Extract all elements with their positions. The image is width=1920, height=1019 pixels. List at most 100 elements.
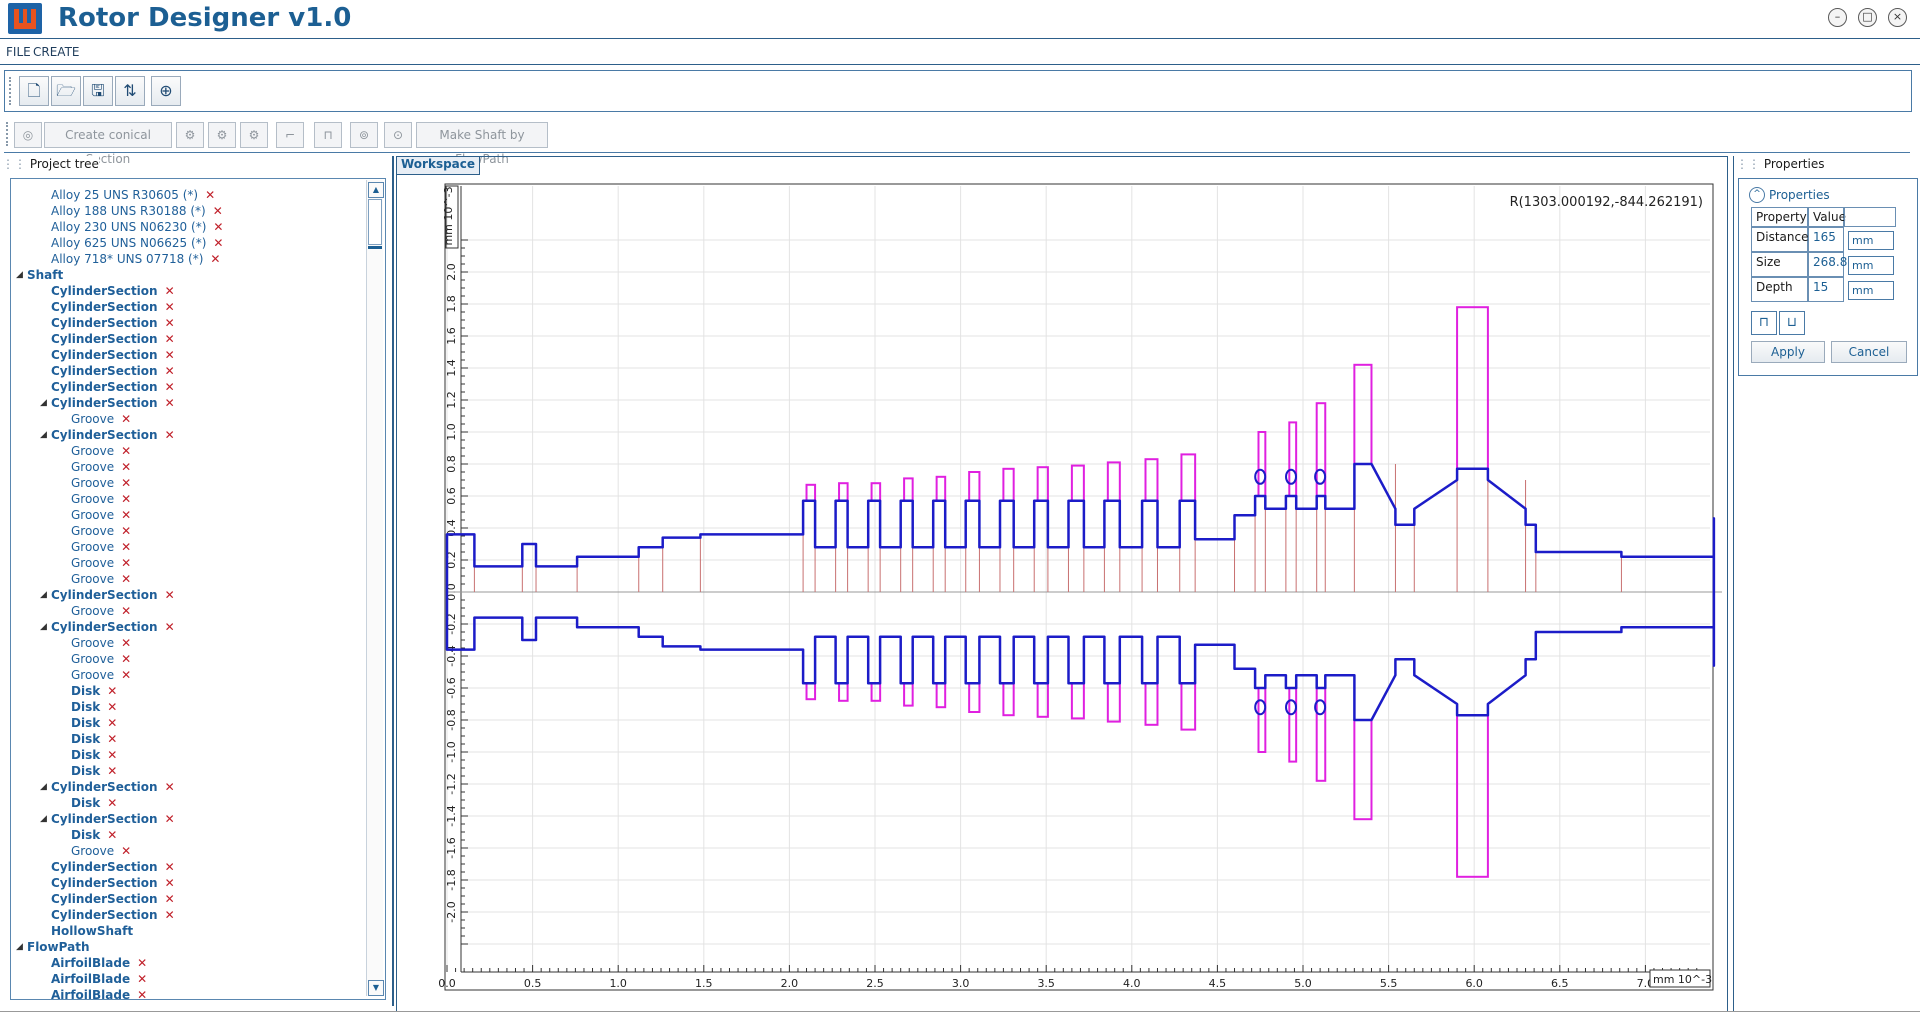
tree-item[interactable]: Groove ✕ <box>71 555 131 571</box>
delete-icon[interactable]: ✕ <box>137 956 147 970</box>
property-value[interactable]: 268.8 <box>1808 252 1847 277</box>
new-file-icon[interactable]: 🗋 <box>19 76 49 106</box>
disk-icon[interactable]: ⚙ <box>176 122 204 148</box>
tree-item[interactable]: ◢ CylinderSection ✕ <box>40 619 175 635</box>
expand-arrow-icon[interactable]: ◢ <box>40 779 47 795</box>
tree-scrollbar[interactable]: ▲ ▼ <box>366 180 384 996</box>
delete-icon[interactable]: ✕ <box>121 412 131 426</box>
expand-arrow-icon[interactable]: ◢ <box>40 395 47 411</box>
tree-item[interactable]: ◢ CylinderSection ✕ <box>40 587 175 603</box>
unit-select[interactable]: mm <box>1848 231 1894 250</box>
delete-icon[interactable]: ✕ <box>165 300 175 314</box>
delete-icon[interactable]: ✕ <box>165 892 175 906</box>
delete-icon[interactable]: ✕ <box>107 796 117 810</box>
expand-arrow-icon[interactable]: ◢ <box>16 267 23 283</box>
tree-item[interactable]: Alloy 718* UNS 07718 (*) ✕ <box>51 251 220 267</box>
hollow-shaft-icon[interactable]: ⊚ <box>350 122 378 148</box>
property-value[interactable]: 15 <box>1808 277 1844 302</box>
tree-item[interactable]: ◢ CylinderSection ✕ <box>40 811 175 827</box>
unit-select[interactable]: mm <box>1848 281 1894 300</box>
scroll-thumb[interactable] <box>368 199 382 245</box>
delete-icon[interactable]: ✕ <box>165 284 175 298</box>
delete-icon[interactable]: ✕ <box>165 620 175 634</box>
delete-icon[interactable]: ✕ <box>121 444 131 458</box>
delete-icon[interactable]: ✕ <box>165 364 175 378</box>
delete-icon[interactable]: ✕ <box>121 668 131 682</box>
delete-icon[interactable]: ✕ <box>165 860 175 874</box>
tree-item[interactable]: Alloy 188 UNS R30188 (*) ✕ <box>51 203 223 219</box>
delete-icon[interactable]: ✕ <box>165 332 175 346</box>
tree-item[interactable]: Disk ✕ <box>71 827 117 843</box>
export-icon[interactable]: ⊕ <box>151 76 181 106</box>
cylinder-icon[interactable]: ◎ <box>14 122 42 148</box>
close-button[interactable]: × <box>1888 8 1907 27</box>
delete-icon[interactable]: ✕ <box>107 748 117 762</box>
tree-item[interactable]: Groove ✕ <box>71 571 131 587</box>
expand-arrow-icon[interactable]: ◢ <box>16 939 23 955</box>
property-value[interactable]: 165 <box>1808 227 1844 252</box>
delete-icon[interactable]: ✕ <box>107 764 117 778</box>
project-tree[interactable]: Alloy 25 UNS R30605 (*) ✕ Alloy 188 UNS R3… <box>10 178 386 1000</box>
tree-item[interactable]: Groove ✕ <box>71 603 131 619</box>
tree-item[interactable]: Groove ✕ <box>71 667 131 683</box>
delete-icon[interactable]: ✕ <box>121 844 131 858</box>
make-shaft-by-flowpath-button[interactable]: Make Shaft by FlowPath <box>416 122 548 166</box>
tree-item[interactable]: Groove ✕ <box>71 507 131 523</box>
delete-icon[interactable]: ✕ <box>121 652 131 666</box>
tree-item[interactable]: AirfoilBlade ✕ <box>51 987 147 999</box>
blade-icon[interactable]: ⚙ <box>208 122 236 148</box>
delete-icon[interactable]: ✕ <box>165 588 175 602</box>
save-icon[interactable]: 🖫 <box>83 76 113 106</box>
tree-item[interactable]: ◢ CylinderSection ✕ <box>40 427 175 443</box>
create-conical-section-button[interactable]: Create conical Section <box>44 122 172 166</box>
tree-item[interactable]: AirfoilBlade ✕ <box>51 971 147 987</box>
tree-item[interactable]: CylinderSection ✕ <box>51 299 175 315</box>
tree-item[interactable]: CylinderSection ✕ <box>51 331 175 347</box>
delete-icon[interactable]: ✕ <box>213 220 223 234</box>
delete-icon[interactable]: ✕ <box>121 540 131 554</box>
groove-right-icon[interactable]: ⊔ <box>1779 311 1805 335</box>
tree-item[interactable]: Disk ✕ <box>71 763 117 779</box>
tree-item[interactable]: Groove ✕ <box>71 843 131 859</box>
tree-item[interactable]: CylinderSection ✕ <box>51 379 175 395</box>
delete-icon[interactable]: ✕ <box>121 492 131 506</box>
open-folder-icon[interactable]: 🗁 <box>51 76 81 106</box>
tree-item[interactable]: Disk ✕ <box>71 715 117 731</box>
tree-item[interactable]: Alloy 25 UNS R30605 (*) ✕ <box>51 187 215 203</box>
tree-item[interactable]: CylinderSection ✕ <box>51 347 175 363</box>
delete-icon[interactable]: ✕ <box>165 780 175 794</box>
delete-icon[interactable]: ✕ <box>107 732 117 746</box>
tree-item[interactable]: ◢ Shaft <box>16 267 63 283</box>
delete-icon[interactable]: ✕ <box>121 556 131 570</box>
tree-item[interactable]: Disk ✕ <box>71 795 117 811</box>
delete-icon[interactable]: ✕ <box>210 252 220 266</box>
delete-icon[interactable]: ✕ <box>165 812 175 826</box>
expand-arrow-icon[interactable]: ◢ <box>40 427 47 443</box>
workspace-tab[interactable]: Workspace <box>396 156 481 175</box>
scroll-down-icon[interactable]: ▼ <box>368 980 384 996</box>
tree-item[interactable]: CylinderSection ✕ <box>51 907 175 923</box>
tree-item[interactable]: CylinderSection ✕ <box>51 363 175 379</box>
expand-arrow-icon[interactable]: ◢ <box>40 619 47 635</box>
menu-file[interactable]: FILE <box>6 45 31 59</box>
tree-item[interactable]: Disk ✕ <box>71 683 117 699</box>
tree-item[interactable]: AirfoilBlade ✕ <box>51 955 147 971</box>
tree-item[interactable]: CylinderSection ✕ <box>51 859 175 875</box>
expand-arrow-icon[interactable]: ◢ <box>40 811 47 827</box>
expand-arrow-icon[interactable]: ◢ <box>40 587 47 603</box>
chamfer-icon[interactable]: ⌐ <box>276 122 304 148</box>
groove-left-icon[interactable]: ⊓ <box>1751 311 1777 335</box>
tree-item[interactable]: Groove ✕ <box>71 523 131 539</box>
tree-item[interactable]: Disk ✕ <box>71 699 117 715</box>
tree-item[interactable]: CylinderSection ✕ <box>51 283 175 299</box>
tree-item[interactable]: Groove ✕ <box>71 539 131 555</box>
tree-item[interactable]: ◢ CylinderSection ✕ <box>40 779 175 795</box>
delete-icon[interactable]: ✕ <box>121 476 131 490</box>
maximize-button[interactable]: □ <box>1858 8 1877 27</box>
minimize-button[interactable]: – <box>1828 8 1847 27</box>
scroll-up-icon[interactable]: ▲ <box>368 182 384 198</box>
toolbar-grip[interactable] <box>9 77 15 105</box>
delete-icon[interactable]: ✕ <box>121 508 131 522</box>
tree-item[interactable]: Disk ✕ <box>71 731 117 747</box>
tree-item[interactable]: Groove ✕ <box>71 411 131 427</box>
